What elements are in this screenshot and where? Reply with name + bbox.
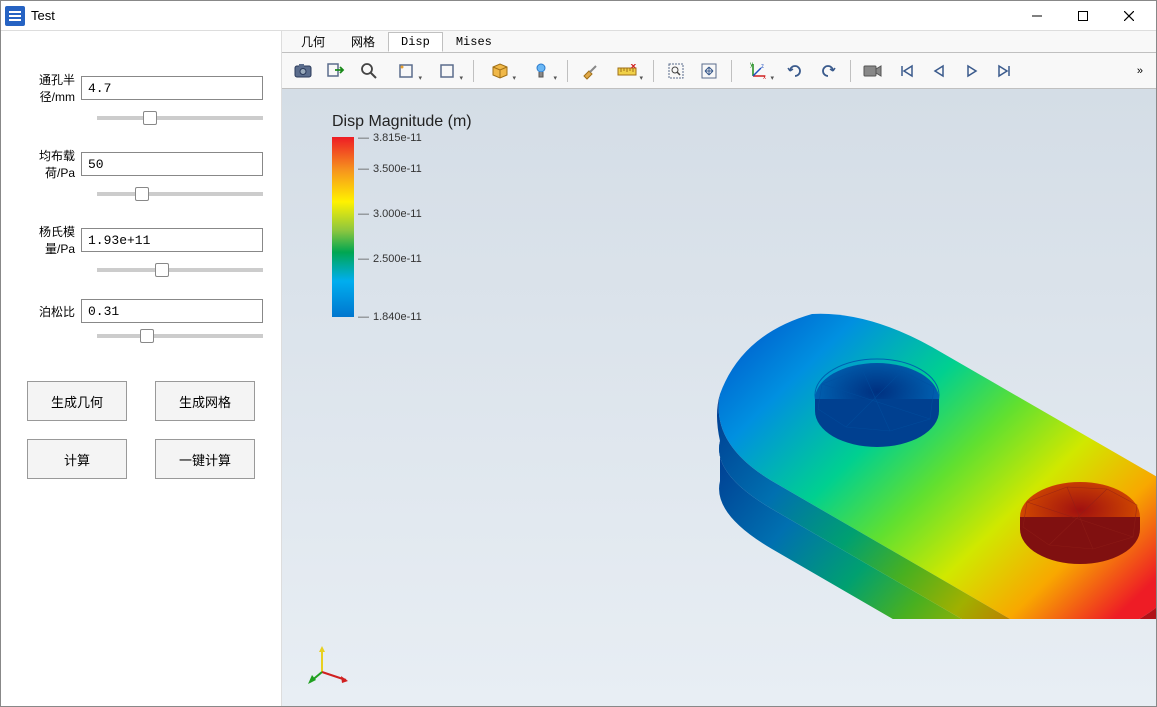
- poisson-ratio-slider[interactable]: [97, 334, 263, 338]
- tab-geometry[interactable]: 几何: [288, 30, 338, 53]
- poisson-ratio-input[interactable]: [81, 299, 263, 323]
- legend-color-bar: [332, 137, 354, 317]
- param-label: 通孔半径/mm: [19, 71, 81, 105]
- legend-tick: 3.500e-11: [358, 163, 422, 175]
- param-label: 均布载荷/Pa: [19, 147, 81, 181]
- compute-button[interactable]: 计算: [27, 439, 127, 479]
- export-icon[interactable]: [321, 57, 351, 85]
- next-frame-icon[interactable]: [990, 57, 1020, 85]
- result-tabs: 几何 网格 Disp Mises: [282, 31, 1156, 53]
- param-label: 杨氏模量/Pa: [19, 223, 81, 257]
- app-icon: [5, 6, 25, 26]
- param-hole-radius: 通孔半径/mm: [19, 71, 263, 123]
- legend-tick: 1.840e-11: [358, 311, 422, 323]
- viewer-area: 几何 网格 Disp Mises ✕ y xz: [281, 31, 1156, 706]
- load-input[interactable]: [81, 152, 263, 176]
- toolbar-overflow-button[interactable]: »: [1131, 65, 1150, 77]
- legend-ticks: 3.815e-11 3.500e-11 3.000e-11 2.500e-11 …: [358, 137, 438, 317]
- param-load: 均布载荷/Pa: [19, 147, 263, 199]
- lighting-icon[interactable]: [522, 57, 560, 85]
- param-young-modulus: 杨氏模量/Pa: [19, 223, 263, 275]
- legend-title: Disp Magnitude (m): [332, 113, 472, 131]
- param-poisson-ratio: 泊松比: [19, 299, 263, 341]
- zoom-icon[interactable]: [354, 57, 384, 85]
- solid-surface-icon[interactable]: [481, 57, 519, 85]
- record-icon[interactable]: [858, 57, 888, 85]
- generate-geometry-button[interactable]: 生成几何: [27, 381, 127, 421]
- legend-tick: 2.500e-11: [358, 253, 422, 265]
- viewer-toolbar: ✕ y xz »: [282, 53, 1156, 89]
- tab-mesh[interactable]: 网格: [338, 30, 388, 53]
- rotate-ccw-icon[interactable]: [780, 57, 810, 85]
- tab-mises[interactable]: Mises: [443, 32, 505, 52]
- rotate-cw-icon[interactable]: [813, 57, 843, 85]
- young-modulus-input[interactable]: [81, 228, 263, 252]
- one-click-compute-button[interactable]: 一键计算: [155, 439, 255, 479]
- screenshot-icon[interactable]: [288, 57, 318, 85]
- prev-frame-icon[interactable]: [924, 57, 954, 85]
- view-box-icon[interactable]: [428, 57, 466, 85]
- legend-tick: 3.000e-11: [358, 208, 422, 220]
- load-slider[interactable]: [97, 192, 263, 196]
- legend-tick: 3.815e-11: [358, 132, 422, 144]
- fea-model-render: [662, 219, 1156, 619]
- window-title: Test: [31, 8, 55, 23]
- hole-radius-input[interactable]: [81, 76, 263, 100]
- select-mode-icon[interactable]: [387, 57, 425, 85]
- first-frame-icon[interactable]: [891, 57, 921, 85]
- young-modulus-slider[interactable]: [97, 268, 263, 272]
- parameter-sidebar: 通孔半径/mm 均布载荷/Pa 杨氏模量/Pa 泊松比: [1, 31, 281, 706]
- pan-icon[interactable]: [694, 57, 724, 85]
- minimize-button[interactable]: [1014, 2, 1060, 30]
- clear-icon[interactable]: [575, 57, 605, 85]
- zoom-area-icon[interactable]: [661, 57, 691, 85]
- close-button[interactable]: [1106, 2, 1152, 30]
- color-legend: Disp Magnitude (m) 3.815e-11 3.500e-11 3…: [332, 113, 472, 317]
- maximize-button[interactable]: [1060, 2, 1106, 30]
- viewer-canvas[interactable]: Disp Magnitude (m) 3.815e-11 3.500e-11 3…: [282, 89, 1156, 706]
- svg-text:x: x: [763, 75, 766, 80]
- axes-icon[interactable]: y xz: [739, 57, 777, 85]
- play-icon[interactable]: [957, 57, 987, 85]
- tab-disp[interactable]: Disp: [388, 32, 443, 52]
- svg-text:✕: ✕: [630, 64, 637, 71]
- svg-text:y: y: [750, 62, 753, 68]
- measure-icon[interactable]: ✕: [608, 57, 646, 85]
- axis-triad-icon: [308, 642, 352, 686]
- hole-radius-slider[interactable]: [97, 116, 263, 120]
- param-label: 泊松比: [19, 303, 81, 320]
- generate-mesh-button[interactable]: 生成网格: [155, 381, 255, 421]
- titlebar: Test: [1, 1, 1156, 31]
- svg-text:z: z: [761, 64, 764, 70]
